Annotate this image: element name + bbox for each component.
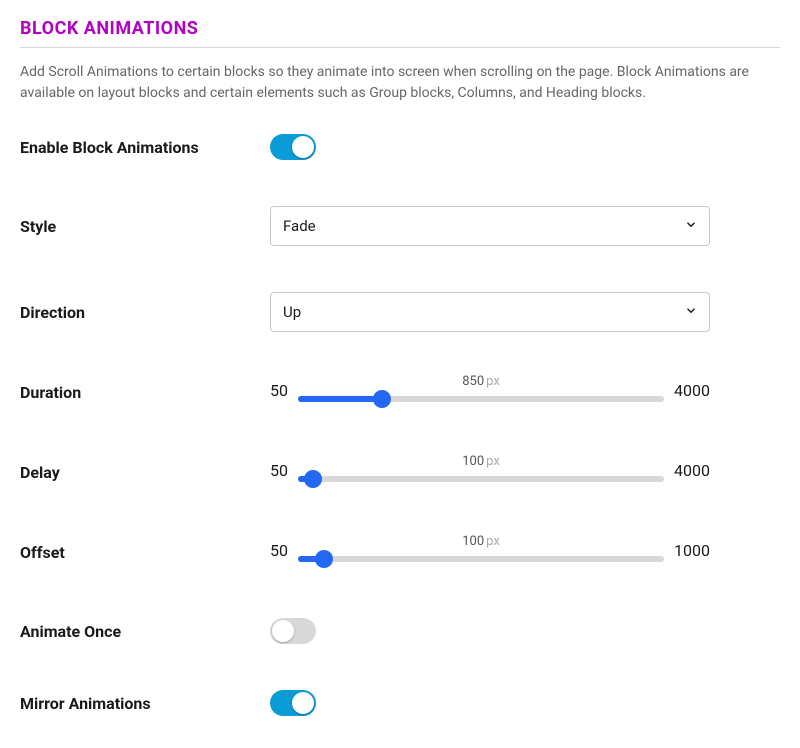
delay-slider[interactable]: 100px	[298, 458, 664, 482]
duration-max: 4000	[674, 381, 710, 400]
mirror-label: Mirror Animations	[20, 694, 270, 713]
offset-min: 50	[270, 541, 288, 560]
row-direction: Direction Up	[20, 292, 780, 332]
style-value: Fade	[283, 217, 316, 235]
duration-min: 50	[270, 381, 288, 400]
row-enable-block-animations: Enable Block Animations	[20, 134, 780, 160]
duration-slider[interactable]: 850px	[298, 378, 664, 402]
direction-value: Up	[283, 303, 301, 321]
section-description: Add Scroll Animations to certain blocks …	[20, 62, 780, 104]
row-style: Style Fade	[20, 206, 780, 246]
style-label: Style	[20, 217, 270, 236]
delay-value-badge: 100px	[462, 454, 500, 469]
mirror-animations-toggle[interactable]	[270, 690, 316, 716]
direction-select[interactable]: Up	[270, 292, 710, 332]
duration-label: Duration	[20, 383, 270, 402]
style-select[interactable]: Fade	[270, 206, 710, 246]
animate-once-toggle[interactable]	[270, 618, 316, 644]
delay-min: 50	[270, 461, 288, 480]
direction-label: Direction	[20, 303, 270, 322]
enable-label: Enable Block Animations	[20, 138, 270, 157]
enable-block-animations-toggle[interactable]	[270, 134, 316, 160]
row-delay: Delay 50 100px 4000	[20, 458, 780, 482]
offset-value-badge: 100px	[462, 534, 500, 549]
delay-label: Delay	[20, 463, 270, 482]
section-divider	[20, 47, 780, 48]
offset-slider[interactable]: 100px	[298, 538, 664, 562]
duration-value-badge: 850px	[462, 374, 500, 389]
animate-once-label: Animate Once	[20, 622, 270, 641]
row-mirror-animations: Mirror Animations	[20, 690, 780, 716]
delay-max: 4000	[674, 461, 710, 480]
row-offset: Offset 50 100px 1000	[20, 538, 780, 562]
offset-label: Offset	[20, 543, 270, 562]
row-duration: Duration 50 850px 4000	[20, 378, 780, 402]
section-title: BLOCK ANIMATIONS	[20, 18, 780, 39]
row-animate-once: Animate Once	[20, 618, 780, 644]
offset-max: 1000	[674, 541, 710, 560]
